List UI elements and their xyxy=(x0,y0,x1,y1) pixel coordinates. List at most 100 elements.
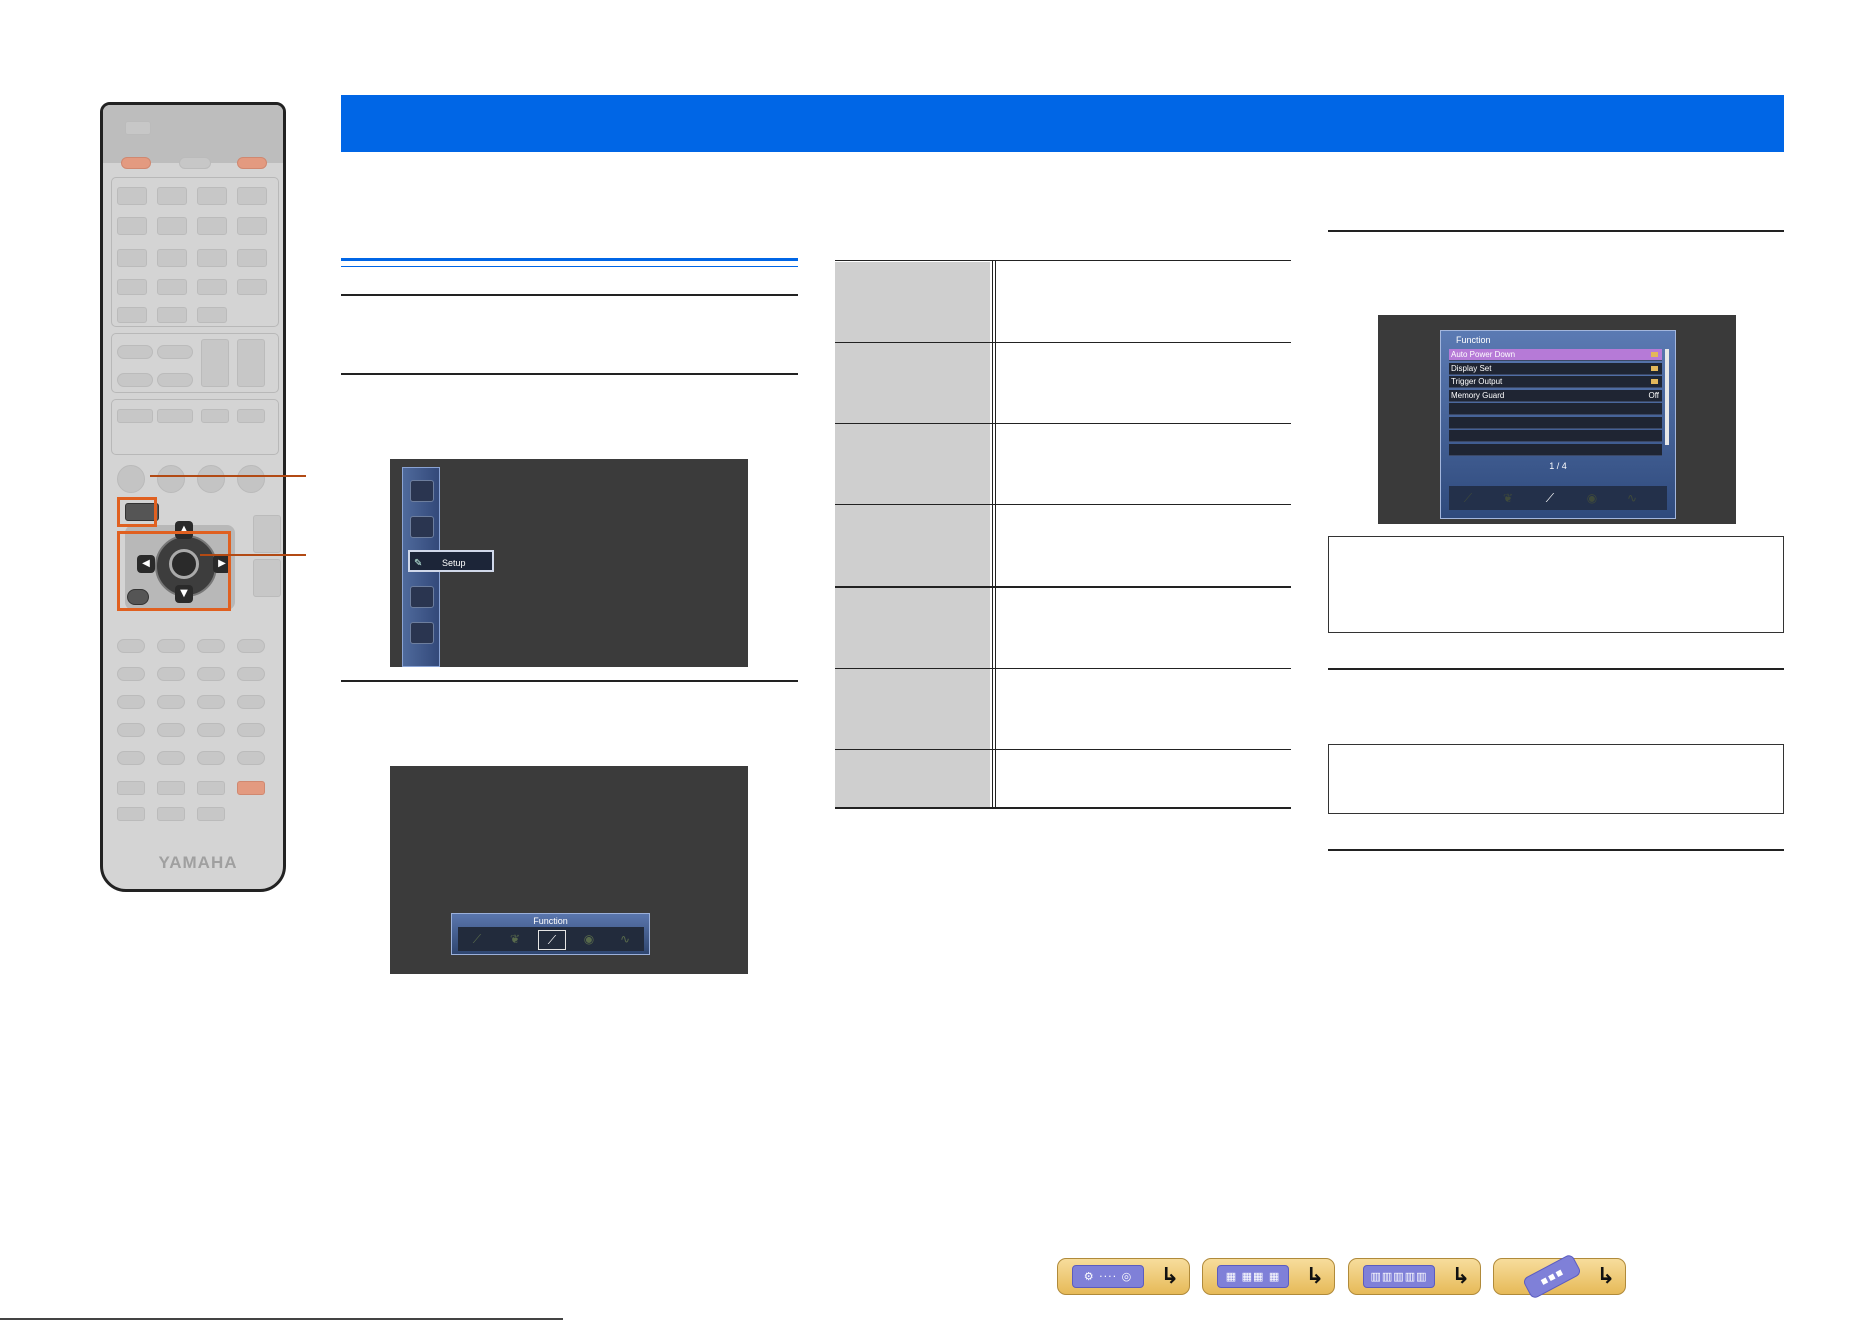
remote-button xyxy=(197,807,225,821)
remote-button xyxy=(197,279,227,295)
remote-button xyxy=(117,373,153,387)
table-row-rule xyxy=(835,260,1291,261)
function-menu-item: Trigger Output xyxy=(1449,376,1662,388)
step-rule xyxy=(1328,668,1784,670)
setup-menu-item: ✎ Setup xyxy=(408,550,494,572)
section-rule-blue-thin xyxy=(341,266,798,267)
function-menu-item: Memory Guard Off xyxy=(1449,389,1662,402)
function-menu-scrollbar xyxy=(1665,349,1669,445)
rear-panel-nav-button[interactable]: ▦ ▦▦ ▦ ↳ xyxy=(1202,1258,1335,1295)
remote-button xyxy=(237,667,265,681)
display-nav-button[interactable]: ▥▥▥▥▥ ↳ xyxy=(1348,1258,1481,1295)
remote-button xyxy=(117,345,153,359)
function-menu-item-label: Memory Guard xyxy=(1451,390,1505,400)
folder-icon xyxy=(1651,379,1658,384)
remote-button xyxy=(117,667,145,681)
function-menu-list: Auto Power Down Display Set Trigger Output… xyxy=(1449,349,1662,457)
remote-button xyxy=(179,157,211,169)
section-rule-blue xyxy=(341,258,798,261)
remote-button xyxy=(197,695,225,709)
speaker-icon: ⟋ xyxy=(472,932,482,946)
remote-standby-button xyxy=(237,157,267,169)
information-icon xyxy=(410,622,434,644)
remote-button xyxy=(197,781,225,795)
rear-panel-icon: ▦ ▦▦ ▦ xyxy=(1217,1265,1289,1288)
remote-button xyxy=(157,751,185,765)
wrench-icon: ✎ xyxy=(414,557,423,569)
return-arrow-icon: ↳ xyxy=(1451,1264,1470,1289)
step-rule xyxy=(1328,230,1784,232)
remote-button xyxy=(197,307,227,323)
leaf-icon: ❦ xyxy=(509,932,521,946)
remote-icon: ▪▪▪ xyxy=(1521,1253,1583,1300)
remote-button xyxy=(117,723,145,737)
folder-icon xyxy=(1651,352,1658,357)
remote-button xyxy=(157,307,187,323)
table-row-rule xyxy=(835,504,1291,505)
remote-button xyxy=(117,217,147,235)
table-row-rule xyxy=(835,749,1291,750)
remote-button xyxy=(237,695,265,709)
function-menu-item xyxy=(1449,443,1662,456)
remote-button xyxy=(157,187,187,205)
remote-button xyxy=(117,409,153,423)
abc-icon: ◉ xyxy=(583,932,595,946)
remote-button xyxy=(125,121,151,135)
remote-nav-button[interactable]: ▪▪▪ ↳ xyxy=(1493,1253,1626,1300)
remote-button xyxy=(197,667,225,681)
table-row-rule xyxy=(835,342,1291,343)
remote-button xyxy=(117,249,147,267)
remote-button xyxy=(237,409,265,423)
remote-button xyxy=(117,751,145,765)
folder-icon xyxy=(1651,365,1658,371)
input-icon xyxy=(410,480,434,502)
front-panel-nav-button[interactable]: ⚙ ···· ◎ ↳ xyxy=(1057,1258,1190,1295)
function-menu-item-value: Off xyxy=(1648,390,1659,400)
function-bar-title: Function xyxy=(533,916,568,926)
table-row-rule xyxy=(835,586,1291,588)
remote-button xyxy=(197,249,227,267)
remote-button xyxy=(157,667,185,681)
remote-button xyxy=(157,723,185,737)
setup-menu-screen: ✎ Setup xyxy=(390,459,748,667)
remote-button xyxy=(157,639,185,653)
setup-callout-line xyxy=(150,475,306,477)
function-menu-item-label: Display Set xyxy=(1451,363,1492,373)
remote-button xyxy=(237,751,265,765)
function-menu-item xyxy=(1449,416,1662,429)
remote-button xyxy=(157,373,193,387)
function-menu-item xyxy=(1449,430,1662,442)
remote-button xyxy=(197,217,227,235)
remote-button xyxy=(157,781,185,795)
setup-menu-label: Setup xyxy=(442,558,466,568)
dpad-highlight xyxy=(117,531,231,611)
settings-table xyxy=(835,260,1291,810)
remote-power-button xyxy=(121,157,151,169)
function-bar: Function ⟋ ❦ ⟋ ◉ ∿ xyxy=(451,913,650,955)
remote-button xyxy=(157,345,193,359)
remote-button xyxy=(237,249,267,267)
remote-volume-down-button xyxy=(253,559,281,597)
remote-button xyxy=(157,279,187,295)
remote-button xyxy=(117,279,147,295)
function-menu-item: Auto Power Down xyxy=(1449,349,1662,361)
remote-button xyxy=(157,217,187,235)
remote-button xyxy=(117,187,147,205)
remote-button xyxy=(157,695,185,709)
function-menu-item-label: Auto Power Down xyxy=(1451,350,1516,359)
page-header-band xyxy=(341,95,1784,152)
return-arrow-icon: ↳ xyxy=(1305,1264,1324,1289)
function-menu-icons: ⟋ ❦ ⟋ ◉ ∿ xyxy=(1449,486,1667,510)
remote-button xyxy=(117,807,145,821)
abc-icon: ◉ xyxy=(1586,491,1598,505)
remote-rocker-button xyxy=(237,339,265,387)
remote-button xyxy=(237,217,267,235)
leaf-icon: ❦ xyxy=(1502,491,1514,505)
wrench-icon: ⟋ xyxy=(1545,491,1555,505)
remote-button xyxy=(157,409,193,423)
remote-button xyxy=(197,187,227,205)
note-box xyxy=(1328,536,1784,633)
remote-button xyxy=(201,409,229,423)
remote-volume-up-button xyxy=(253,515,281,553)
remote-button xyxy=(117,307,147,323)
